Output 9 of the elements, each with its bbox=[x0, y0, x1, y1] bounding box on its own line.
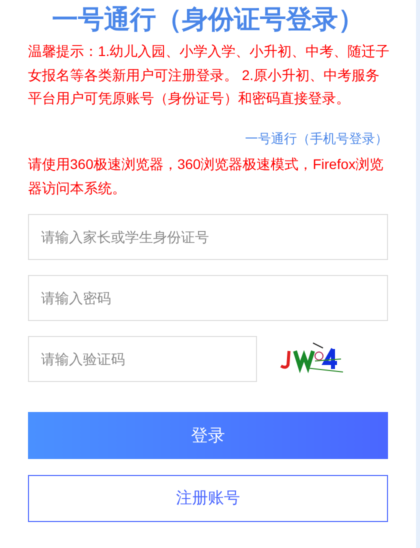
register-button[interactable]: 注册账号 bbox=[28, 475, 388, 522]
captcha-field[interactable]: 请输入验证码 bbox=[28, 336, 257, 382]
input-field[interactable]: 请输入密码 bbox=[28, 275, 388, 321]
input-field[interactable]: 请输入家长或学生身份证号 bbox=[28, 214, 388, 260]
phone-login-link[interactable]: 一号通行（手机号登录） bbox=[245, 128, 388, 148]
browser-notice: 请使用360极速浏览器，360浏览器极速模式，Firefox浏览器访问本系统。 bbox=[28, 155, 385, 198]
notice-text: 温馨提示：1.幼儿入园、小学入学、小升初、中考、随迁子女报名等各类新用户可注册登录。 2.原小升初、中考服务平台用户可凭原账号（身份证号）和密码直接登录。 bbox=[28, 42, 390, 108]
login-button[interactable]: 登录 bbox=[28, 412, 388, 459]
page-title: 一号通行（身份证号登录） bbox=[51, 3, 365, 36]
